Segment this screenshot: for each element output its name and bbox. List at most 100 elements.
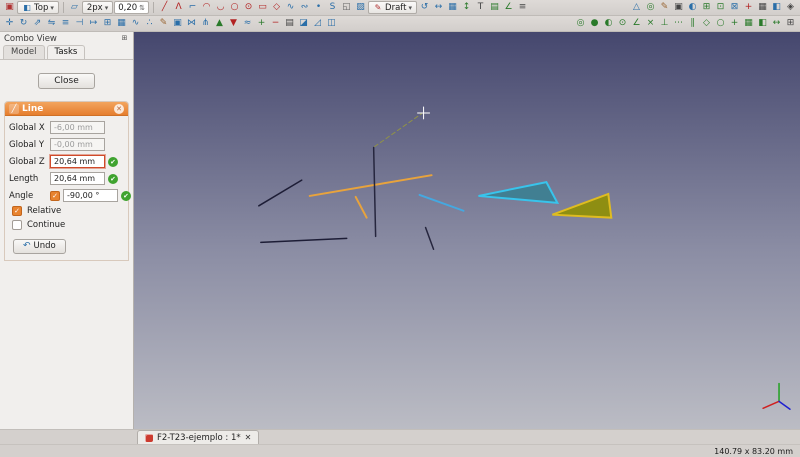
line-segment-dark-1[interactable] (258, 179, 303, 207)
spinner-arrows-icon[interactable] (139, 3, 145, 13)
document-tab[interactable]: F2-T23-ejemplo : 1* ✕ (137, 430, 260, 444)
draft-circle-icon[interactable]: ○ (228, 1, 241, 14)
draft-text-icon[interactable]: T (474, 1, 487, 14)
snap-center-icon[interactable]: ⊙ (616, 17, 629, 30)
line-segment-orange-long[interactable] (308, 174, 433, 197)
draft-array-tools-icon[interactable]: ▦ (446, 1, 459, 14)
toggle-grid-icon[interactable]: ▦ (756, 1, 769, 14)
snap-extension-icon[interactable]: ⋯ (672, 17, 685, 30)
scale-icon[interactable]: ⇗ (31, 17, 44, 30)
draft-move-icon[interactable]: ↔ (432, 1, 445, 14)
draft-to-sketch-icon[interactable]: ◪ (297, 17, 310, 30)
draft-angle-dimension-icon[interactable]: ∠ (502, 1, 515, 14)
offset-icon[interactable]: ≡ (59, 17, 72, 30)
toggle-continue-mode-icon[interactable]: ◎ (644, 1, 657, 14)
snap-grid-icon[interactable]: ▦ (742, 17, 755, 30)
line-segment-dark-small[interactable] (424, 226, 435, 251)
split-icon[interactable]: ⋔ (199, 17, 212, 30)
continue-checkbox[interactable] (12, 220, 22, 230)
path-array-icon[interactable]: ∿ (129, 17, 142, 30)
snap-dimensions-icon[interactable]: ↔ (770, 17, 783, 30)
field-input-global-z[interactable]: 20,64 mm (49, 154, 106, 169)
task-close-icon[interactable]: ✕ (114, 103, 124, 114)
snap-angle-icon[interactable]: ∠ (630, 17, 643, 30)
draft-arc-3points-icon[interactable]: ◡ (214, 1, 227, 14)
rotate-icon[interactable]: ↻ (17, 17, 30, 30)
draft-ellipse-icon[interactable]: ⊙ (242, 1, 255, 14)
draft-polygon-icon[interactable]: ◇ (270, 1, 283, 14)
line-segment-blue[interactable] (418, 193, 465, 212)
snap-parallel-icon[interactable]: ∥ (686, 17, 699, 30)
add-point-icon[interactable]: + (255, 17, 268, 30)
checkbox-row-relative[interactable]: ✓ Relative (12, 206, 124, 216)
draft-arc-icon[interactable]: ◠ (200, 1, 213, 14)
view-cube-icon[interactable]: ▣ (3, 1, 16, 14)
draft-facebinder-icon[interactable]: ◱ (340, 1, 353, 14)
toggle-display-mode-icon[interactable]: ◐ (686, 1, 699, 14)
working-plane-proxy-icon[interactable]: ◧ (770, 1, 783, 14)
edit-icon[interactable]: ✎ (157, 17, 170, 30)
remove-point-icon[interactable]: − (269, 17, 282, 30)
snap-perpendicular-icon[interactable]: ⊥ (658, 17, 671, 30)
angle-lock-checkbox[interactable]: ✓ (50, 190, 60, 201)
snap-midpoint-icon[interactable]: ◐ (602, 17, 615, 30)
triangle-yellow[interactable] (552, 192, 613, 219)
draft-dimension-icon[interactable]: ↕ (460, 1, 473, 14)
snap-lock-icon[interactable]: ◎ (574, 17, 587, 30)
mirror-icon[interactable]: ⇋ (45, 17, 58, 30)
axis-z-blue[interactable] (778, 400, 791, 410)
draft-shapestring-icon[interactable]: S (326, 1, 339, 14)
draft-rectangle-icon[interactable]: ▭ (256, 1, 269, 14)
trimex-icon[interactable]: ⊣ (73, 17, 86, 30)
tracking-dashed-line[interactable] (374, 112, 424, 148)
draft-fillet-icon[interactable]: ⌐ (186, 1, 199, 14)
draft-bspline-icon[interactable]: ∿ (284, 1, 297, 14)
panel-dock-icon[interactable]: ⊞ (120, 34, 129, 43)
stretch-icon[interactable]: ↦ (87, 17, 100, 30)
heal-icon[interactable]: + (742, 1, 755, 14)
draft-bezier-icon[interactable]: ∾ (298, 1, 311, 14)
draft-hatch-icon[interactable]: ▨ (354, 1, 367, 14)
axis-x-red[interactable] (762, 400, 780, 410)
field-input-length[interactable]: 20,64 mm (50, 172, 105, 185)
add-to-group-icon[interactable]: ⊞ (700, 1, 713, 14)
wire-to-bspline-icon[interactable]: ≈ (241, 17, 254, 30)
draft-menu-dropdown[interactable]: ✎ Draft (368, 1, 417, 14)
toggle-construction-mode-icon[interactable]: △ (630, 1, 643, 14)
snap-working-plane-icon[interactable]: ◧ (756, 17, 769, 30)
shape-2d-view-icon[interactable]: ▤ (283, 17, 296, 30)
snap-ortho-icon[interactable]: + (728, 17, 741, 30)
draft-polyline-icon[interactable]: Λ (172, 1, 185, 14)
line-segment-orange-short[interactable] (354, 195, 368, 219)
working-plane-dropdown[interactable]: ◧ Top (17, 1, 59, 14)
upgrade-icon[interactable]: ▲ (213, 17, 226, 30)
tab-model[interactable]: Model (3, 45, 45, 59)
autogroup-icon[interactable]: ▱ (68, 1, 81, 14)
tab-tasks[interactable]: Tasks (46, 45, 86, 59)
move-icon[interactable]: ✛ (3, 17, 16, 30)
draft-point-icon[interactable]: • (312, 1, 325, 14)
text-scale-spinner[interactable]: 0,20 (114, 1, 150, 14)
toggle-snap-icon[interactable]: ⊞ (784, 17, 797, 30)
snap-near-icon[interactable]: ○ (714, 17, 727, 30)
field-input-angle[interactable]: -90,00 ° (63, 189, 118, 202)
draft-label-icon[interactable]: ▤ (488, 1, 501, 14)
checkbox-row-continue[interactable]: Continue (12, 220, 124, 230)
snap-intersection-icon[interactable]: × (644, 17, 657, 30)
triangle-cyan[interactable] (478, 180, 560, 204)
line-segment-dark-bottom[interactable] (260, 237, 348, 244)
clone-icon[interactable]: ⊞ (101, 17, 114, 30)
close-task-button[interactable]: Close (38, 73, 95, 89)
slope-icon[interactable]: ◿ (311, 17, 324, 30)
apply-current-style-icon[interactable]: ✎ (658, 1, 671, 14)
join-icon[interactable]: ⋈ (185, 17, 198, 30)
add-construction-group-icon[interactable]: ⊠ (728, 1, 741, 14)
line-segment-vertical[interactable] (372, 146, 377, 238)
relative-checkbox[interactable]: ✓ (12, 206, 22, 216)
snap-endpoint-icon[interactable]: ● (588, 17, 601, 30)
document-close-icon[interactable]: ✕ (245, 433, 252, 442)
undo-button[interactable]: ↶ Undo (13, 239, 66, 254)
select-group-icon[interactable]: ⊡ (714, 1, 727, 14)
scene-svg[interactable] (134, 32, 800, 429)
draft-annotation-styles-icon[interactable]: ≡ (516, 1, 529, 14)
